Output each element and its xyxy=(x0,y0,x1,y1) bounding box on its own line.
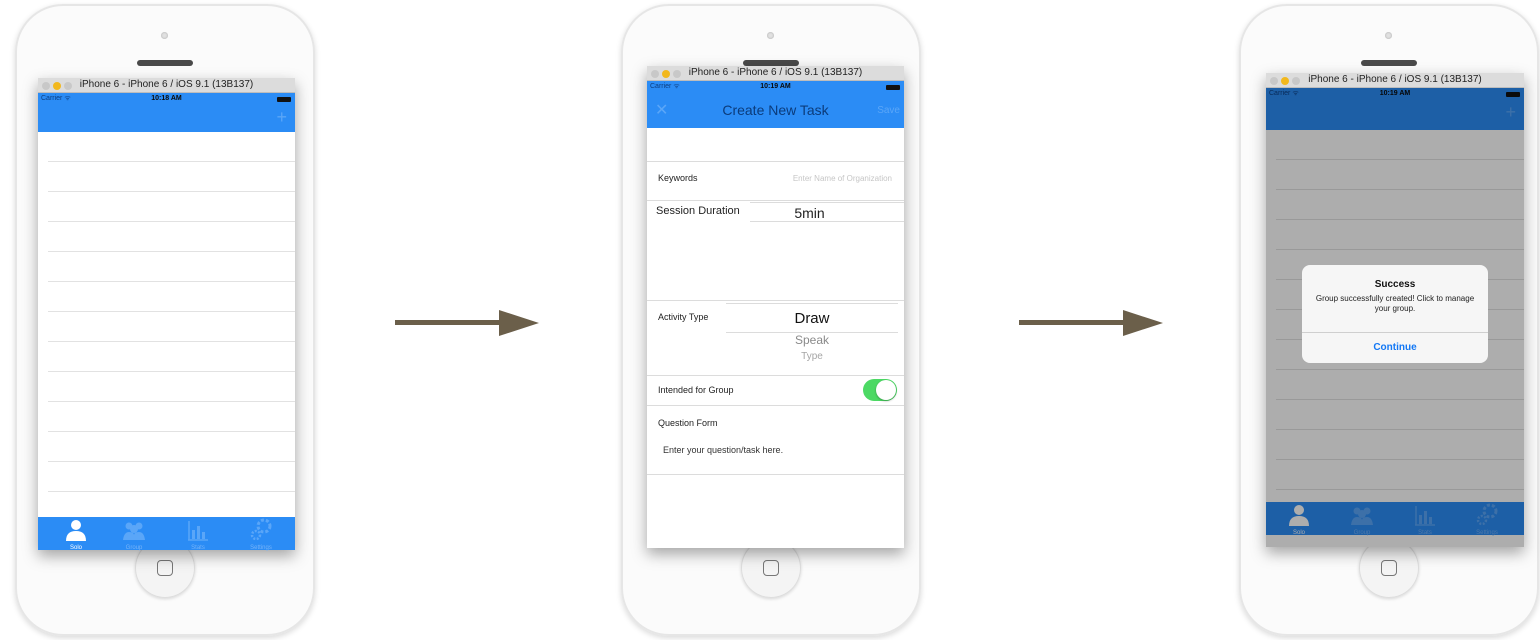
keywords-label: Keywords xyxy=(658,173,698,183)
status-time: 10:19 AM xyxy=(760,83,791,90)
simulator-window-1: iPhone 6 - iPhone 6 / iOS 9.1 (13B137) C… xyxy=(38,78,295,551)
gear-icon xyxy=(250,518,272,541)
battery-icon xyxy=(277,97,291,102)
home-button[interactable] xyxy=(1359,538,1419,598)
list-item[interactable] xyxy=(48,372,295,402)
simulator-title: iPhone 6 - iPhone 6 / iOS 9.1 (13B137) xyxy=(1308,74,1482,85)
activity-option-selected: Draw xyxy=(794,310,830,327)
continue-button[interactable]: Continue xyxy=(1302,332,1488,363)
group-icon xyxy=(123,522,145,540)
page-title: Create New Task xyxy=(722,102,829,118)
question-input[interactable]: Enter your question/task here. xyxy=(663,445,783,455)
tab-stats[interactable]: Stats xyxy=(173,518,223,551)
battery-icon xyxy=(886,85,900,90)
session-duration-row: Session Duration 5min xyxy=(647,200,904,301)
list-item[interactable] xyxy=(48,342,295,372)
navigation-bar: + xyxy=(38,105,295,132)
list-item[interactable] xyxy=(48,162,295,192)
activity-type-label: Activity Type xyxy=(658,312,709,322)
navigation-bar: ✕ Create New Task Save xyxy=(647,93,904,128)
activity-option[interactable]: Type xyxy=(726,351,898,362)
zoom-dot[interactable] xyxy=(64,82,72,90)
question-form-row: Question Form Enter your question/task h… xyxy=(647,406,904,475)
person-icon xyxy=(66,520,86,541)
camera-sensor xyxy=(161,32,168,39)
activity-option[interactable]: Speak xyxy=(726,333,898,347)
add-icon[interactable]: + xyxy=(276,107,287,128)
zoom-dot[interactable] xyxy=(673,70,681,78)
minimize-dot[interactable] xyxy=(662,70,670,78)
simulator-titlebar: iPhone 6 - iPhone 6 / iOS 9.1 (13B137) xyxy=(38,78,295,93)
intended-for-group-label: Intended for Group xyxy=(658,385,734,395)
alert-message: Group successfully created! Click to man… xyxy=(1315,294,1475,313)
simulator-title: iPhone 6 - iPhone 6 / iOS 9.1 (13B137) xyxy=(688,67,863,78)
group-toggle[interactable] xyxy=(863,379,897,401)
list-item[interactable] xyxy=(48,402,295,432)
minimize-dot[interactable] xyxy=(53,82,61,90)
question-form-label: Question Form xyxy=(658,418,718,428)
status-bar: Carrier ᯤ 10:18 AM xyxy=(38,93,295,105)
duration-picker[interactable]: 5min xyxy=(750,202,904,222)
list-item[interactable] xyxy=(48,132,295,162)
close-dot[interactable] xyxy=(651,70,659,78)
simulator-title: iPhone 6 - iPhone 6 / iOS 9.1 (13B137) xyxy=(79,79,254,90)
list-item[interactable] xyxy=(48,282,295,312)
camera-sensor xyxy=(767,32,774,39)
speaker-grille xyxy=(1361,60,1417,66)
tab-settings[interactable]: Settings xyxy=(236,518,286,551)
simulator-titlebar: iPhone 6 - iPhone 6 / iOS 9.1 (13B137) xyxy=(647,66,904,81)
close-dot[interactable] xyxy=(1270,77,1278,85)
save-button[interactable]: Save xyxy=(877,105,900,116)
speaker-grille xyxy=(137,60,193,66)
camera-sensor xyxy=(1385,32,1392,39)
tab-solo[interactable]: Solo xyxy=(51,518,101,551)
close-dot[interactable] xyxy=(42,82,50,90)
list-item[interactable] xyxy=(48,462,295,492)
keywords-row: Keywords Enter Name of Organization xyxy=(647,162,904,201)
tab-bar: Solo Group Stats Settings xyxy=(38,517,295,551)
flow-arrow-2 xyxy=(1019,310,1163,336)
simulator-window-3: iPhone 6 - iPhone 6 / iOS 9.1 (13B137) C… xyxy=(1266,73,1524,547)
list-item[interactable] xyxy=(48,312,295,342)
simulator-titlebar: iPhone 6 - iPhone 6 / iOS 9.1 (13B137) xyxy=(1266,73,1524,88)
title-field[interactable] xyxy=(647,127,904,162)
list-item[interactable] xyxy=(48,192,295,222)
list-item[interactable] xyxy=(48,432,295,462)
stats-icon xyxy=(188,521,208,541)
group-toggle-row: Intended for Group xyxy=(647,376,904,406)
duration-value: 5min xyxy=(794,205,825,221)
status-bar: Carrier ᯤ 10:19 AM xyxy=(647,81,904,93)
minimize-dot[interactable] xyxy=(1281,77,1289,85)
zoom-dot[interactable] xyxy=(1292,77,1300,85)
success-alert: Success Group successfully created! Clic… xyxy=(1302,265,1488,363)
alert-title: Success xyxy=(1374,279,1416,290)
keywords-input[interactable]: Enter Name of Organization xyxy=(793,174,892,183)
list-item[interactable] xyxy=(48,252,295,282)
list-item[interactable] xyxy=(48,222,295,252)
activity-type-row: Activity Type Draw Speak Type xyxy=(647,301,904,376)
status-time: 10:18 AM xyxy=(151,95,182,102)
activity-picker[interactable]: Draw xyxy=(726,303,898,333)
flow-arrow-1 xyxy=(395,310,539,336)
simulator-window-2: iPhone 6 - iPhone 6 / iOS 9.1 (13B137) C… xyxy=(647,66,904,548)
tab-group[interactable]: Group xyxy=(109,518,159,551)
session-duration-label: Session Duration xyxy=(656,205,740,217)
task-list xyxy=(38,132,295,492)
